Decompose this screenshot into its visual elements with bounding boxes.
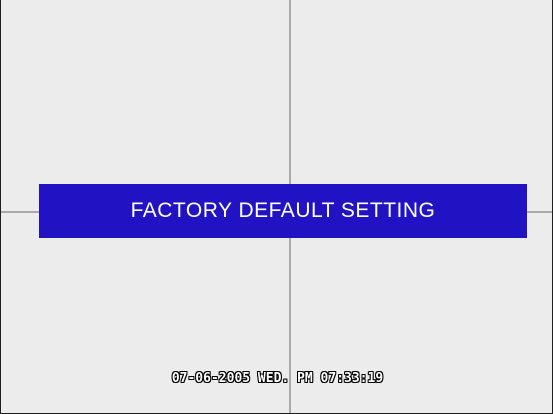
datetime-overlay: 07-06-2005 WED. PM 07:33:19 (171, 371, 384, 386)
factory-default-banner: FACTORY DEFAULT SETTING (39, 184, 527, 238)
banner-message: FACTORY DEFAULT SETTING (130, 199, 436, 222)
dvr-display-screen: FACTORY DEFAULT SETTING 07-06-2005 WED. … (0, 0, 553, 414)
